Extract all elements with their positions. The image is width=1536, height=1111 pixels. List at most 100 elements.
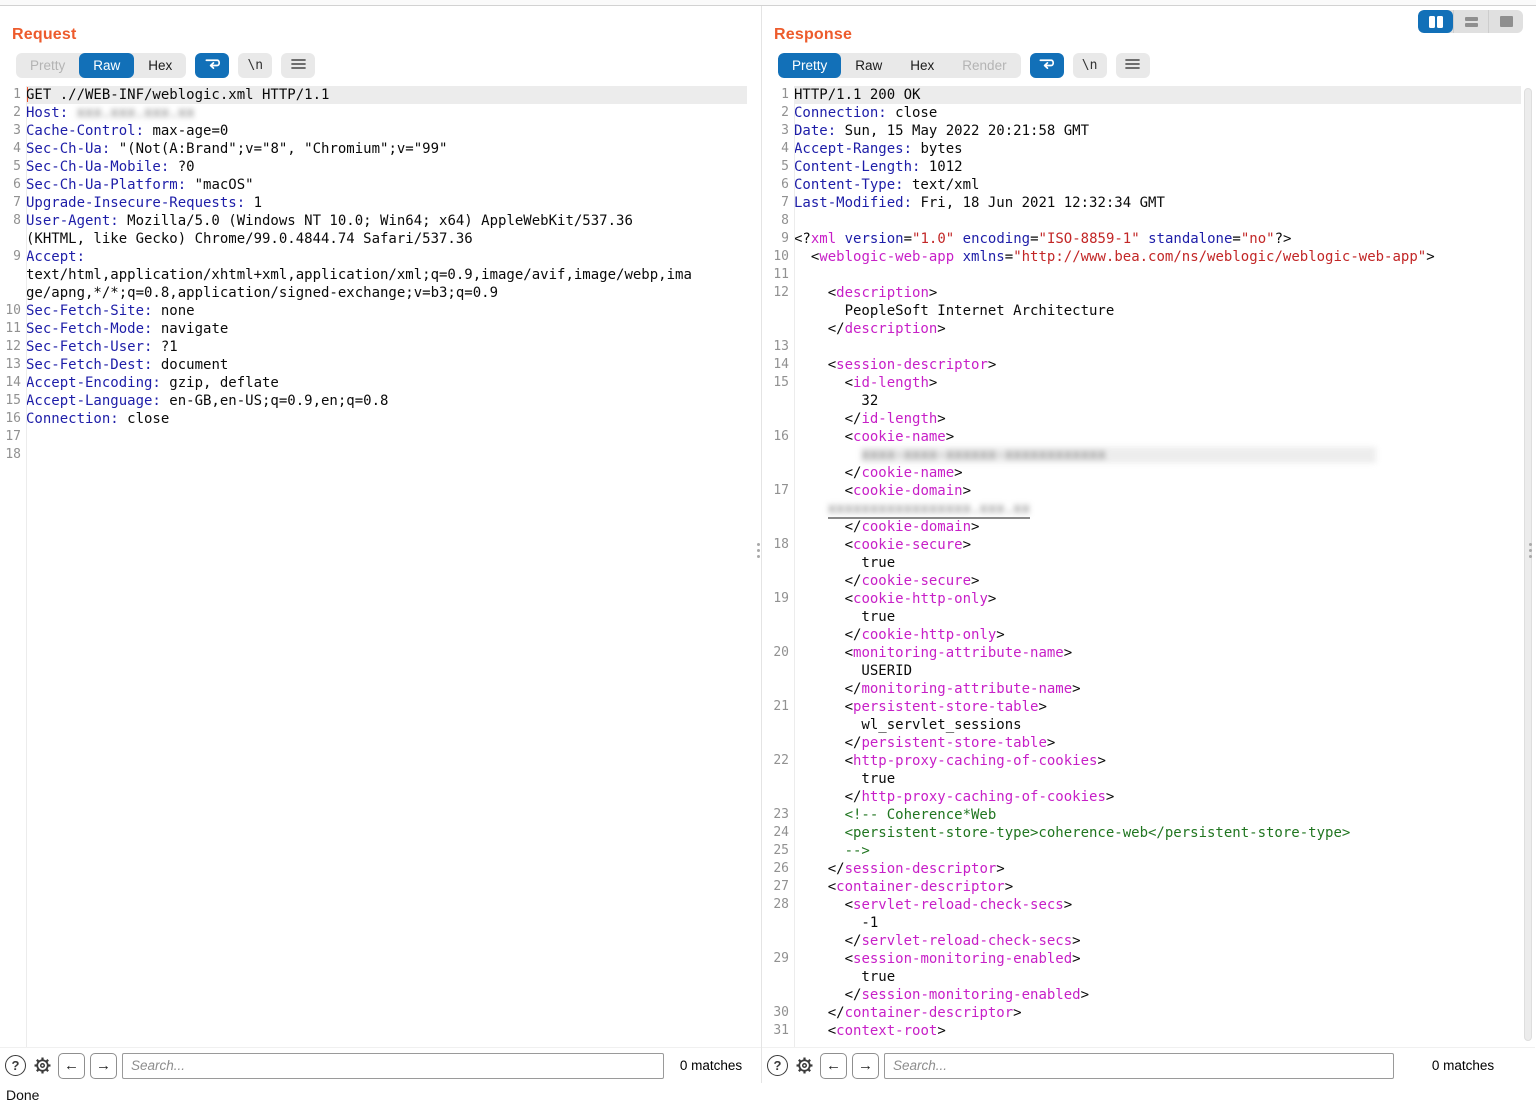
code-line[interactable]: 10Sec-Fetch-Site: none [0,302,747,320]
code-line[interactable]: 32 [762,392,1521,410]
previous-match-button[interactable]: ← [58,1053,85,1079]
code-line[interactable]: USERID [762,662,1521,680]
code-line[interactable]: 7Last-Modified: Fri, 18 Jun 2021 12:32:3… [762,194,1521,212]
code-line[interactable]: true [762,968,1521,986]
code-line[interactable]: </cookie-http-only> [762,626,1521,644]
code-line[interactable]: -1 [762,914,1521,932]
code-line[interactable]: 26 </session-descriptor> [762,860,1521,878]
code-line[interactable]: 3Cache-Control: max-age=0 [0,122,747,140]
previous-match-button[interactable]: ← [820,1053,847,1079]
code-line[interactable]: 13 [762,338,1521,356]
tab-hex[interactable]: Hex [896,53,948,78]
columns-view-button[interactable] [1418,10,1453,33]
code-line[interactable]: 14Accept-Encoding: gzip, deflate [0,374,747,392]
code-line[interactable]: xxxxxxxxxxxxxxxxx.xxx.xx [762,500,1521,518]
code-line[interactable]: 21 <persistent-store-table> [762,698,1521,716]
code-line[interactable]: 14 <session-descriptor> [762,356,1521,374]
search-settings-button[interactable] [793,1055,815,1077]
code-line[interactable]: 19 <cookie-http-only> [762,590,1521,608]
code-line[interactable]: 8 [762,212,1521,230]
code-line[interactable]: 17 <cookie-domain> [762,482,1521,500]
code-line[interactable]: 3Date: Sun, 15 May 2022 20:21:58 GMT [762,122,1521,140]
next-match-button[interactable]: → [90,1053,117,1079]
request-editor[interactable]: 1GET .//WEB-INF/weblogic.xml HTTP/1.12Ho… [0,86,761,1047]
code-line[interactable]: 5Sec-Ch-Ua-Mobile: ?0 [0,158,747,176]
code-line[interactable]: 15Accept-Language: en-GB,en-US;q=0.9,en;… [0,392,747,410]
code-line[interactable]: 8User-Agent: Mozilla/5.0 (Windows NT 10.… [0,212,747,230]
tab-render[interactable]: Render [948,53,1020,78]
code-line[interactable]: text/html,application/xhtml+xml,applicat… [0,266,747,284]
panel-splitter-handle[interactable] [757,543,761,558]
code-line[interactable]: 1GET .//WEB-INF/weblogic.xml HTTP/1.1 [0,86,747,104]
show-newlines-button[interactable]: \n [238,53,272,78]
code-line[interactable]: 10 <weblogic-web-app xmlns="http://www.b… [762,248,1521,266]
code-line[interactable]: </persistent-store-table> [762,734,1521,752]
code-line[interactable]: </servlet-reload-check-secs> [762,932,1521,950]
code-line[interactable]: 16Connection: close [0,410,747,428]
right-edge-splitter-handle[interactable] [1529,543,1533,558]
code-line[interactable]: </id-length> [762,410,1521,428]
tab-hex[interactable]: Hex [134,53,186,78]
code-line[interactable]: 17 [0,428,747,446]
request-search-input[interactable] [122,1053,664,1079]
code-line[interactable]: 9<?xml version="1.0" encoding="ISO-8859-… [762,230,1521,248]
response-scrollbar-thumb[interactable] [1524,88,1532,1041]
code-line[interactable]: 12Sec-Fetch-User: ?1 [0,338,747,356]
code-line[interactable]: 12 <description> [762,284,1521,302]
code-line[interactable]: </http-proxy-caching-of-cookies> [762,788,1521,806]
code-line[interactable]: 15 <id-length> [762,374,1521,392]
code-line[interactable]: wl_servlet_sessions [762,716,1521,734]
code-line[interactable]: true [762,554,1521,572]
code-line[interactable]: 28 <servlet-reload-check-secs> [762,896,1521,914]
code-line[interactable]: PeopleSoft Internet Architecture [762,302,1521,320]
code-line[interactable]: 2Connection: close [762,104,1521,122]
code-line[interactable]: </description> [762,320,1521,338]
code-line[interactable]: </cookie-domain> [762,518,1521,536]
code-line[interactable]: </monitoring-attribute-name> [762,680,1521,698]
code-line[interactable]: 1HTTP/1.1 200 OK [762,86,1521,104]
code-line[interactable]: ge/apng,*/*;q=0.8,application/signed-exc… [0,284,747,302]
code-line[interactable]: 5Content-Length: 1012 [762,158,1521,176]
request-menu-button[interactable] [281,53,315,78]
code-line[interactable]: 9Accept: [0,248,747,266]
tab-pretty[interactable]: Pretty [778,53,841,78]
code-line[interactable]: 6Sec-Ch-Ua-Platform: "macOS" [0,176,747,194]
code-line[interactable]: 2Host: xxx.xxx.xxx.xx [0,104,747,122]
code-line[interactable]: </cookie-secure> [762,572,1521,590]
response-search-input[interactable] [884,1053,1394,1079]
tab-raw[interactable]: Raw [79,53,134,78]
code-line[interactable]: 11 [762,266,1521,284]
code-line[interactable]: 6Content-Type: text/xml [762,176,1521,194]
code-line[interactable]: 4Accept-Ranges: bytes [762,140,1521,158]
code-line[interactable]: 22 <http-proxy-caching-of-cookies> [762,752,1521,770]
code-line[interactable]: true [762,770,1521,788]
soft-wrap-button[interactable] [1030,53,1064,78]
help-icon[interactable]: ? [5,1055,26,1076]
tab-raw[interactable]: Raw [841,53,896,78]
response-menu-button[interactable] [1116,53,1150,78]
code-line[interactable]: 18 [0,446,747,464]
code-line[interactable]: xxxx-xxxx-xxxxxx-xxxxxxxxxxxx [762,446,1521,464]
code-line[interactable]: 31 <context-root> [762,1022,1521,1040]
code-line[interactable]: 24 <persistent-store-type>coherence-web<… [762,824,1521,842]
show-newlines-button[interactable]: \n [1073,53,1107,78]
code-line[interactable]: true [762,608,1521,626]
code-line[interactable]: </session-monitoring-enabled> [762,986,1521,1004]
tab-pretty[interactable]: Pretty [16,53,79,78]
code-line[interactable]: 20 <monitoring-attribute-name> [762,644,1521,662]
rows-view-button[interactable] [1453,10,1488,33]
code-line[interactable]: 30 </container-descriptor> [762,1004,1521,1022]
code-line[interactable]: </cookie-name> [762,464,1521,482]
help-icon[interactable]: ? [767,1055,788,1076]
code-line[interactable]: 4Sec-Ch-Ua: "(Not(A:Brand";v="8", "Chrom… [0,140,747,158]
code-line[interactable]: 11Sec-Fetch-Mode: navigate [0,320,747,338]
code-line[interactable]: 18 <cookie-secure> [762,536,1521,554]
code-line[interactable]: 13Sec-Fetch-Dest: document [0,356,747,374]
code-line[interactable]: (KHTML, like Gecko) Chrome/99.0.4844.74 … [0,230,747,248]
code-line[interactable]: 27 <container-descriptor> [762,878,1521,896]
response-editor[interactable]: 1HTTP/1.1 200 OK2Connection: close3Date:… [762,86,1535,1047]
code-line[interactable]: 7Upgrade-Insecure-Requests: 1 [0,194,747,212]
code-line[interactable]: 29 <session-monitoring-enabled> [762,950,1521,968]
next-match-button[interactable]: → [852,1053,879,1079]
search-settings-button[interactable] [31,1055,53,1077]
